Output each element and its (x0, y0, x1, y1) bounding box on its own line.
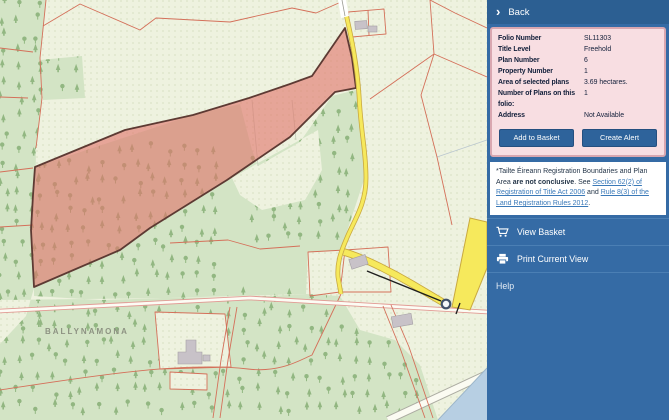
map-viewport[interactable]: BALLYNAMONA (0, 0, 487, 420)
back-chevron-icon: › (496, 5, 500, 18)
disclaimer-note: *Tailte Éireann Registration Boundaries … (490, 162, 666, 215)
location-marker[interactable] (442, 300, 451, 309)
folio-info-row: AddressNot Available (498, 111, 658, 122)
townland-label: BALLYNAMONA (45, 327, 129, 336)
printer-icon (496, 253, 509, 265)
folio-info-row: Title LevelFreehold (498, 45, 658, 56)
help-link[interactable]: Help (487, 272, 669, 299)
add-to-basket-button[interactable]: Add to Basket (499, 129, 574, 147)
land-registry-map[interactable]: BALLYNAMONA (0, 0, 487, 420)
view-basket-button[interactable]: View Basket (487, 218, 669, 245)
back-button[interactable]: › Back (487, 0, 669, 24)
back-label: Back (508, 7, 529, 18)
folio-info-panel: Folio NumberSL11303 Title LevelFreehold … (490, 27, 666, 157)
folio-info-row: Plan Number6 (498, 56, 658, 67)
folio-info-row: Area of selected plans3.69 hectares. (498, 78, 658, 89)
folio-info-row: Number of Plans on this folio:1 (498, 89, 658, 110)
folio-info-row: Property Number1 (498, 67, 658, 78)
sidebar: › Back Folio NumberSL11303 Title LevelFr… (487, 0, 669, 420)
folio-info-row: Folio NumberSL11303 (498, 34, 658, 45)
basket-icon (496, 226, 509, 238)
create-alert-button[interactable]: Create Alert (582, 129, 657, 147)
print-current-view-button[interactable]: Print Current View (487, 245, 669, 272)
